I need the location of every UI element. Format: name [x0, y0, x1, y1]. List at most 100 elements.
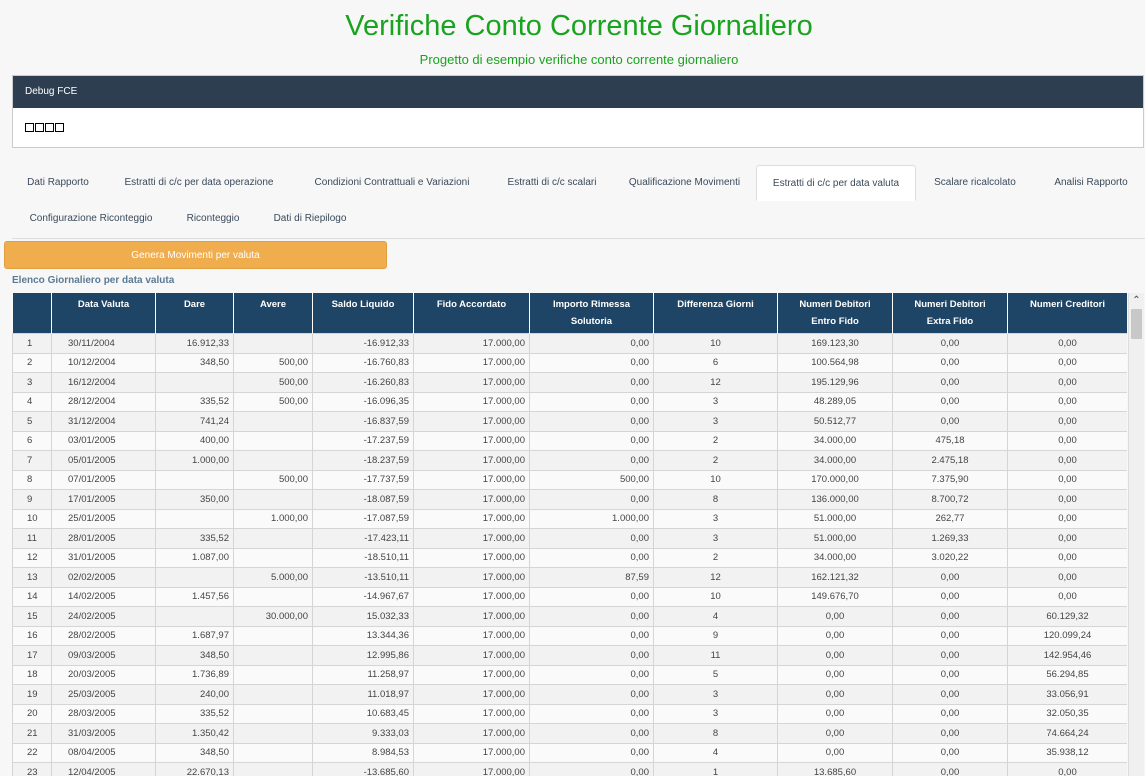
column-header-sublabel: Extra Fido: [926, 316, 974, 327]
table-cell: 32.050,35: [1007, 703, 1127, 724]
tab-estratti-data-valuta[interactable]: Estratti di c/c per data valuta: [756, 165, 916, 201]
table-cell: 22: [12, 742, 52, 763]
column-header: [12, 293, 52, 334]
table-cell: 0,00: [1007, 469, 1127, 490]
table-cell: 0,00: [892, 645, 1008, 666]
table-cell: 22.670,13: [155, 762, 234, 776]
scrollbar-thumb[interactable]: [1131, 309, 1142, 339]
table-cell: 0,00: [529, 606, 654, 627]
table-cell: 400,00: [155, 430, 234, 451]
table-row[interactable]: 7 05/01/2005 1.000,00 -18.237,59 17.000,00 0,…: [12, 450, 1127, 471]
table-cell: 0,00: [892, 684, 1008, 705]
table-cell: -13.510,11: [312, 567, 414, 588]
list-title: Elenco Giornaliero per data valuta: [12, 275, 175, 286]
table-row[interactable]: 1 30/11/2004 16.912,33 -16.912,33 17.000,00 0…: [12, 333, 1127, 354]
table-row[interactable]: 20 28/03/2005 335,52 10.683,45 17.000,00 0,00…: [12, 703, 1127, 724]
table-cell: 17.000,00: [413, 528, 530, 549]
column-header-label: Saldo Liquido: [331, 299, 395, 310]
table-row[interactable]: 23 12/04/2005 22.670,13 -13.685,60 17.000,00…: [12, 762, 1127, 776]
table-row[interactable]: 6 03/01/2005 400,00 -17.237,59 17.000,00 0,00…: [12, 430, 1127, 451]
table-cell: 0,00: [1007, 333, 1127, 354]
table-row[interactable]: 22 08/04/2005 348,50 8.984,53 17.000,00 0,00 4…: [12, 742, 1127, 763]
table-cell: 17.000,00: [413, 411, 530, 432]
table-cell: 0,00: [777, 684, 893, 705]
table-row[interactable]: 4 28/12/2004 335,52 500,00 -16.096,35 17.000,…: [12, 391, 1127, 412]
table-cell: 15.032,33: [312, 606, 414, 627]
tab-dati-riepilogo[interactable]: Dati di Riepilogo: [262, 201, 358, 237]
column-header-label: Numeri Debitori: [914, 299, 986, 310]
tab-bar: Dati Rapporto Estratti di c/c per data o…: [12, 165, 1145, 239]
table-cell: 17.000,00: [413, 469, 530, 490]
table-row[interactable]: 13 02/02/2005 5.000,00 -13.510,11 17.000,00 8…: [12, 567, 1127, 588]
table-row[interactable]: 8 07/01/2005 500,00 -17.737,59 17.000,00 500,…: [12, 469, 1127, 490]
table-cell: [155, 372, 234, 393]
tab-riconteggio[interactable]: Riconteggio: [178, 201, 248, 237]
table-row[interactable]: 18 20/03/2005 1.736,89 11.258,97 17.000,00 0,…: [12, 664, 1127, 685]
table-cell: [233, 411, 313, 432]
table-row[interactable]: 11 28/01/2005 335,52 -17.423,11 17.000,00 0,0…: [12, 528, 1127, 549]
tab-estratti-scalari[interactable]: Estratti di c/c scalari: [490, 165, 614, 201]
table-cell: 0,00: [777, 723, 893, 744]
table-cell: 11: [12, 528, 52, 549]
table-cell: 31/01/2005: [51, 547, 156, 568]
table-row[interactable]: 5 31/12/2004 741,24 -16.837,59 17.000,00 0,00…: [12, 411, 1127, 432]
table-cell: 48.289,05: [777, 391, 893, 412]
table-cell: 30.000,00: [233, 606, 313, 627]
table-cell: 0,00: [892, 586, 1008, 607]
table-cell: 0,00: [1007, 528, 1127, 549]
table-row[interactable]: 10 25/01/2005 1.000,00 -17.087,59 17.000,00 1…: [12, 508, 1127, 529]
table-cell: -17.423,11: [312, 528, 414, 549]
table-cell: 3.020,22: [892, 547, 1008, 568]
table-cell: 149.676,70: [777, 586, 893, 607]
table-cell: -18.087,59: [312, 489, 414, 510]
generate-movements-button[interactable]: Genera Movimenti per valuta: [4, 241, 387, 269]
column-header-label: Avere: [259, 299, 287, 310]
table-cell: 17.000,00: [413, 645, 530, 666]
table-cell: 3: [653, 703, 778, 724]
table-row[interactable]: 19 25/03/2005 240,00 11.018,97 17.000,00 0,00…: [12, 684, 1127, 705]
table-cell: 0,00: [892, 742, 1008, 763]
table-body: 1 30/11/2004 16.912,33 -16.912,33 17.000,00 0…: [12, 333, 1127, 776]
table-cell: 10: [653, 333, 778, 354]
tab-configurazione-riconteggio[interactable]: Configurazione Riconteggio: [16, 201, 166, 237]
table-row[interactable]: 16 28/02/2005 1.687,97 13.344,36 17.000,00 0,…: [12, 625, 1127, 646]
table-cell: 8: [653, 489, 778, 510]
tab-dati-rapporto[interactable]: Dati Rapporto: [12, 165, 104, 201]
table-row[interactable]: 17 09/03/2005 348,50 12.995,86 17.000,00 0,00…: [12, 645, 1127, 666]
column-header: Data Valuta: [51, 293, 156, 334]
table-cell: 87,59: [529, 567, 654, 588]
chevron-up-icon[interactable]: ⌃: [1129, 293, 1144, 309]
table-cell: 0,00: [892, 723, 1008, 744]
table-row[interactable]: 21 31/03/2005 1.350,42 9.333,03 17.000,00 0,0…: [12, 723, 1127, 744]
table-row[interactable]: 9 17/01/2005 350,00 -18.087,59 17.000,00 0,00…: [12, 489, 1127, 510]
column-header: Dare: [155, 293, 234, 334]
table-row[interactable]: 3 16/12/2004 500,00 -16.260,83 17.000,00 0,00…: [12, 372, 1127, 393]
table-cell: 500,00: [529, 469, 654, 490]
table-cell: -18.510,11: [312, 547, 414, 568]
table-cell: 0,00: [529, 586, 654, 607]
table-cell: 0,00: [1007, 391, 1127, 412]
table-row[interactable]: 2 10/12/2004 348,50 500,00 -16.760,83 17.000,…: [12, 352, 1127, 373]
table-cell: 475,18: [892, 430, 1008, 451]
tab-scalare-ricalcolato[interactable]: Scalare ricalcolato: [918, 165, 1032, 201]
table-cell: 142.954,46: [1007, 645, 1127, 666]
table-cell: 500,00: [233, 352, 313, 373]
table-row[interactable]: 12 31/01/2005 1.087,00 -18.510,11 17.000,00 0…: [12, 547, 1127, 568]
debug-panel-title: Debug FCE: [13, 76, 1143, 108]
table-cell: 8.700,72: [892, 489, 1008, 510]
table-row[interactable]: 14 14/02/2005 1.457,56 -14.967,67 17.000,00 0…: [12, 586, 1127, 607]
tab-analisi-rapporto[interactable]: Analisi Rapporto: [1036, 165, 1145, 201]
tab-estratti-data-operazione[interactable]: Estratti di c/c per data operazione: [104, 165, 294, 201]
table-cell: 0,00: [892, 625, 1008, 646]
table-cell: 08/04/2005: [51, 742, 156, 763]
table-cell: [233, 586, 313, 607]
table-cell: 10.683,45: [312, 703, 414, 724]
table-cell: 2: [653, 450, 778, 471]
table-cell: 1: [12, 333, 52, 354]
table-scrollbar[interactable]: ⌃: [1128, 293, 1144, 776]
tab-qualificazione-movimenti[interactable]: Qualificazione Movimenti: [614, 165, 755, 201]
table-cell: [233, 450, 313, 471]
table-cell: 0,00: [529, 450, 654, 471]
table-row[interactable]: 15 24/02/2005 30.000,00 15.032,33 17.000,00 0…: [12, 606, 1127, 627]
tab-condizioni-contrattuali[interactable]: Condizioni Contrattuali e Variazioni: [294, 165, 490, 201]
